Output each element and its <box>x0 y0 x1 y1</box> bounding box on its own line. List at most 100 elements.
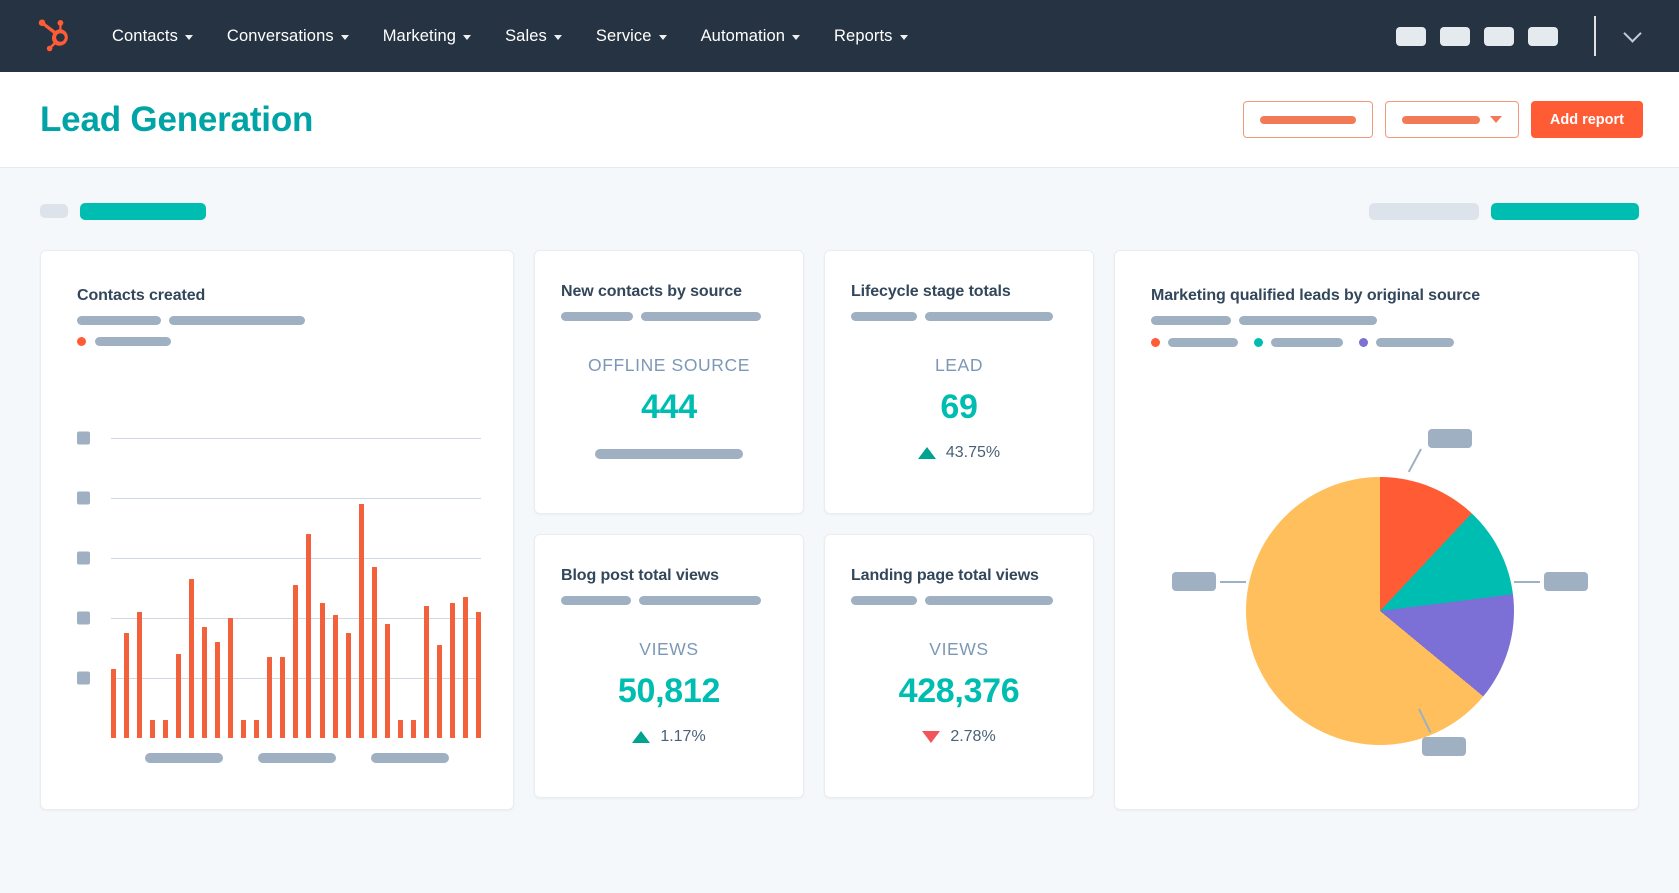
redacted-icon-1[interactable] <box>1396 26 1426 46</box>
card-title: Blog post total views <box>561 567 719 584</box>
bar[interactable] <box>306 534 312 738</box>
bar[interactable] <box>358 504 364 738</box>
card-subtitle-redacted <box>77 316 491 325</box>
bar[interactable] <box>436 645 442 738</box>
redacted-x-label <box>371 753 450 763</box>
pie-chart <box>1151 365 1608 795</box>
nav-right-actions <box>1396 16 1651 56</box>
redacted-legend-label <box>95 337 171 346</box>
kpi-metric-value: 50,812 <box>617 672 721 710</box>
pie-callout-line-right <box>1513 581 1540 583</box>
nav-item-label: Sales <box>505 26 547 45</box>
nav-item-sales[interactable]: Sales <box>505 27 562 46</box>
redacted-filter-pill-1[interactable] <box>40 204 68 218</box>
card-title: Contacts created <box>77 287 206 304</box>
chevron-down-icon <box>184 34 193 40</box>
bar[interactable] <box>345 633 351 738</box>
pie-callout-line-left <box>1219 581 1246 583</box>
chevron-down-icon <box>658 34 667 40</box>
bar[interactable] <box>228 618 234 738</box>
caret-down-icon <box>1489 116 1502 123</box>
redacted-filter-pill-4[interactable] <box>1491 202 1639 220</box>
bar[interactable] <box>397 720 403 738</box>
bar[interactable] <box>293 585 299 738</box>
redacted-filter-pill-3[interactable] <box>1369 202 1479 220</box>
bar[interactable] <box>202 627 208 738</box>
chevron-down-icon <box>340 34 349 40</box>
nav-item-label: Automation <box>700 26 786 45</box>
chevron-down-icon <box>553 34 562 40</box>
bar[interactable] <box>319 603 325 738</box>
bar[interactable] <box>254 720 260 738</box>
card-subtitle-redacted <box>851 596 1053 605</box>
bar[interactable] <box>176 654 182 738</box>
pie-callout-pill-right <box>1543 572 1588 591</box>
bar[interactable] <box>111 669 116 738</box>
bar[interactable] <box>124 633 130 738</box>
bar[interactable] <box>150 720 156 738</box>
redacted-x-label <box>144 753 223 763</box>
redacted-filter-pill-2[interactable] <box>80 202 206 220</box>
bar[interactable] <box>163 720 169 738</box>
card-title: Marketing qualified leads by original so… <box>1151 287 1481 304</box>
bar-series <box>111 378 481 738</box>
column-kpi-cards: New contacts by source OFFLINE SOURCE 44… <box>534 250 1094 798</box>
bar[interactable] <box>410 720 416 738</box>
nav-item-label: Service <box>595 26 652 45</box>
bar[interactable] <box>137 612 143 738</box>
nav-item-marketing[interactable]: Marketing <box>383 27 472 46</box>
account-menu-chevron-down-icon[interactable] <box>1623 23 1642 43</box>
redacted-subtitle-2 <box>1239 316 1377 325</box>
redacted-subtitle-1 <box>561 596 631 605</box>
redacted-icon-2[interactable] <box>1440 26 1470 46</box>
card-new-contacts-by-source: New contacts by source OFFLINE SOURCE 44… <box>534 250 804 514</box>
bar[interactable] <box>371 567 377 738</box>
chevron-down-icon <box>899 34 908 40</box>
bar[interactable] <box>423 606 429 738</box>
redacted-subtitle-2 <box>925 596 1053 605</box>
bar[interactable] <box>462 597 468 738</box>
redacted-subtitle-2 <box>925 312 1053 321</box>
legend-dot-icon-1 <box>1151 338 1160 347</box>
card-contacts-created: Contacts created <box>40 250 514 810</box>
nav-item-service[interactable]: Service <box>596 27 667 46</box>
kpi-metric-value: 428,376 <box>898 672 1020 710</box>
kpi-metric-label: OFFLINE SOURCE <box>587 355 751 375</box>
card-lifecycle-stage-totals: Lifecycle stage totals LEAD 69 43.75% <box>824 250 1094 514</box>
bar[interactable] <box>267 657 273 738</box>
page-title: Lead Generation <box>40 99 314 139</box>
redacted-icon-3[interactable] <box>1484 26 1514 46</box>
bar[interactable] <box>384 624 390 738</box>
redacted-icon-4[interactable] <box>1528 26 1558 46</box>
bar[interactable] <box>280 657 286 738</box>
bar[interactable] <box>475 612 481 738</box>
bar[interactable] <box>189 579 195 738</box>
nav-item-automation[interactable]: Automation <box>700 26 801 46</box>
add-report-button[interactable]: Add report <box>1530 101 1643 138</box>
chevron-down-icon <box>463 34 472 40</box>
secondary-action-button-1[interactable] <box>1242 101 1373 138</box>
card-blog-post-total-views: Blog post total views VIEWS 50,812 1.17% <box>534 534 804 798</box>
card-subtitle-redacted <box>561 596 761 605</box>
hubspot-logo-icon[interactable] <box>36 16 76 56</box>
redacted-subtitle-2 <box>169 316 305 325</box>
nav-item-conversations[interactable]: Conversations <box>227 27 349 46</box>
nav-item-reports[interactable]: Reports <box>834 27 908 46</box>
card-mql-by-original-source: Marketing qualified leads by original so… <box>1114 250 1639 810</box>
chart-legend <box>77 337 491 346</box>
bar[interactable] <box>449 603 455 738</box>
secondary-action-dropdown-button[interactable] <box>1384 101 1519 138</box>
redacted-subtitle-1 <box>851 312 917 321</box>
card-subtitle-redacted <box>1151 316 1608 325</box>
kpi-row-top: New contacts by source OFFLINE SOURCE 44… <box>534 250 1094 514</box>
bar[interactable] <box>241 720 247 738</box>
bar[interactable] <box>332 615 338 738</box>
redacted-y-tick-label <box>77 551 90 565</box>
card-title: New contacts by source <box>561 283 742 300</box>
nav-item-contacts[interactable]: Contacts <box>112 27 193 46</box>
bar[interactable] <box>215 642 221 738</box>
filter-bar <box>0 172 1679 250</box>
card-title: Lifecycle stage totals <box>851 283 1011 300</box>
column-contacts-created: Contacts created <box>40 250 514 810</box>
nav-divider <box>1594 16 1596 56</box>
